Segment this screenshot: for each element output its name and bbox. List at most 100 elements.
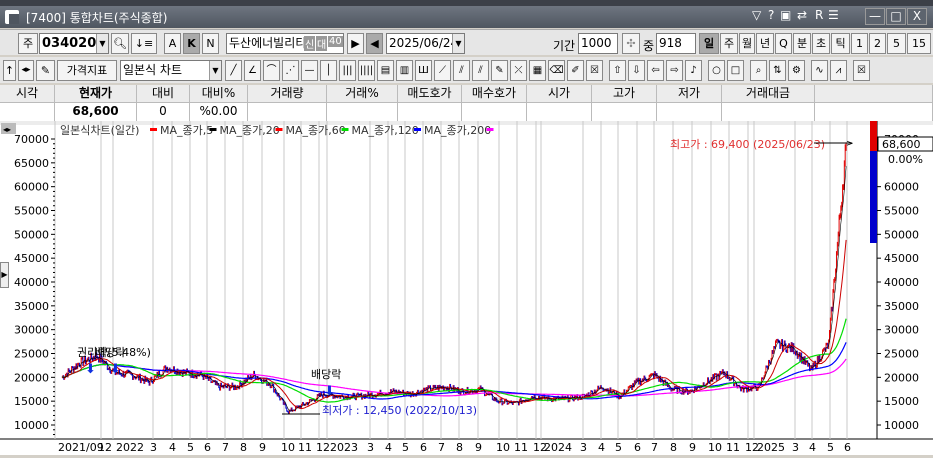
left-arrow-icon[interactable]: ⇦ xyxy=(647,60,664,81)
refresh-button[interactable]: R xyxy=(815,8,823,22)
price-indicator-button[interactable]: 가격지표 xyxy=(57,60,117,81)
signal-icon[interactable]: ⇅ xyxy=(769,60,786,81)
next-button[interactable]: ▶ xyxy=(347,33,364,54)
count-input[interactable]: 918 xyxy=(656,33,696,54)
sort-k-button[interactable]: K xyxy=(183,33,200,54)
col-header-3: 대비% xyxy=(190,85,248,103)
erase-icon[interactable]: ⤫ xyxy=(510,60,527,81)
search-icon[interactable]: 🔍︎ xyxy=(111,33,129,54)
chart-svg[interactable]: ◂▸2021/0912 2022 3 4 5 6 7 8 9 10 11 12 2023 3 4 5 6 7 8 9 1… xyxy=(0,121,933,455)
period-input[interactable]: 1000 xyxy=(578,33,618,54)
screen-icon[interactable]: ▣ xyxy=(780,8,791,22)
interval-5[interactable]: 분 xyxy=(793,33,811,54)
interval-0[interactable]: 일 xyxy=(699,33,719,54)
link-icon[interactable]: ⇄ xyxy=(797,8,807,22)
wave-icon[interactable]: ∿ xyxy=(811,60,828,81)
prev-button[interactable]: ◀ xyxy=(366,33,383,54)
interval-1[interactable]: 주 xyxy=(720,33,738,54)
x-tick-label: 2024 xyxy=(544,441,572,454)
stock-code-input[interactable]: 034020 ▼ xyxy=(39,33,109,54)
expand-icon[interactable]: ◂▸ xyxy=(18,60,34,81)
angle-icon[interactable]: ∠ xyxy=(244,60,261,81)
interval-8[interactable]: 1 xyxy=(851,33,868,54)
edit-icon[interactable]: ✐ xyxy=(567,60,584,81)
current-price-label: 68,600 xyxy=(882,138,921,151)
speed-icon[interactable]: ▥ xyxy=(396,60,413,81)
x-tick-label: 12 xyxy=(316,441,330,454)
chevron-down-icon[interactable]: ▼ xyxy=(209,61,221,80)
crosshair-icon[interactable]: ✣ xyxy=(622,33,640,54)
arrow-head-icon: > xyxy=(846,139,854,149)
arc-icon[interactable]: ⌒ xyxy=(263,60,280,81)
interval-11[interactable]: 15 xyxy=(907,33,931,54)
note-icon[interactable]: ♪ xyxy=(685,60,702,81)
price-bar-up xyxy=(870,121,877,151)
pencil-icon[interactable]: ✎ xyxy=(491,60,508,81)
left-panel-toggle[interactable]: ▶ xyxy=(0,262,9,288)
circle-icon[interactable]: ○ xyxy=(708,60,725,81)
col-value-12 xyxy=(815,103,933,121)
menu-icon[interactable]: ☰ xyxy=(828,8,839,22)
color-icon[interactable]: ▦ xyxy=(529,60,546,81)
market-button[interactable]: 주 xyxy=(18,33,38,54)
interval-10[interactable]: 5 xyxy=(887,33,906,54)
chevron-down-icon[interactable]: ▼ xyxy=(452,34,464,53)
col-header-7: 매수호가 xyxy=(462,85,527,103)
col-value-2: 0 xyxy=(137,103,190,121)
down-arrow-icon[interactable]: ⇩ xyxy=(628,60,645,81)
cycle-icon[interactable]: ||| xyxy=(339,60,356,81)
legend-swatch xyxy=(150,128,157,131)
legend-swatch xyxy=(209,128,217,131)
line-icon[interactable]: ╱ xyxy=(225,60,242,81)
right-arrow-icon[interactable]: ⇨ xyxy=(666,60,683,81)
parallel-icon[interactable]: ⫽ xyxy=(453,60,470,81)
y-tick-label-left: 45000 xyxy=(14,252,49,265)
sort-a-button[interactable]: A xyxy=(164,33,181,54)
chart-settings-icon[interactable]: ☒ xyxy=(853,60,870,81)
pattern-icon[interactable]: ⩘ xyxy=(830,60,847,81)
delete-icon[interactable]: ☒ xyxy=(586,60,603,81)
gann-icon[interactable]: Ш xyxy=(415,60,432,81)
cycle2-icon[interactable]: |||| xyxy=(358,60,375,81)
interval-3[interactable]: 년 xyxy=(756,33,774,54)
toolbar-drawing: ↑ ◂▸ ✎ 가격지표 일본식 차트 ▼ ╱ ∠ ⌒ ⋰ — │ ||| |||| ▤ ▥ Ш ⟋ ⫽ ⫽ ✎… xyxy=(0,57,933,83)
eraser-icon[interactable]: ⌫ xyxy=(548,60,565,81)
y-tick-label-right: 40000 xyxy=(884,276,919,289)
interval-6[interactable]: 초 xyxy=(812,33,830,54)
channel-icon[interactable]: ⫽ xyxy=(472,60,489,81)
pin-icon[interactable]: ▽ xyxy=(752,8,761,22)
interval-9[interactable]: 2 xyxy=(869,33,886,54)
maximize-button[interactable]: □ xyxy=(886,8,906,25)
square-icon[interactable]: □ xyxy=(727,60,744,81)
x-tick-label: 10 xyxy=(496,441,510,454)
vline-icon[interactable]: │ xyxy=(320,60,337,81)
trend-icon[interactable]: ⟋ xyxy=(434,60,451,81)
close-button[interactable]: X xyxy=(907,8,927,25)
y-tick-label-left: 70000 xyxy=(14,133,49,146)
date-input[interactable]: 2025/06/24 ▼ xyxy=(386,33,465,54)
col-header-6: 매도호가 xyxy=(398,85,462,103)
y-tick-label-left: 20000 xyxy=(14,371,49,384)
chart-type-select[interactable]: 일본식 차트 ▼ xyxy=(120,60,222,81)
sort-icon[interactable]: ↓≡ xyxy=(131,33,157,54)
x-tick-label: 2021/09 xyxy=(58,441,104,454)
y-tick-label-right: 25000 xyxy=(884,348,919,361)
col-value-4 xyxy=(248,103,327,121)
zoom-icon[interactable]: ⌕ xyxy=(750,60,767,81)
up-arrow-icon[interactable]: ⇧ xyxy=(609,60,626,81)
interval-7[interactable]: 틱 xyxy=(831,33,850,54)
col-header-4: 거래량 xyxy=(248,85,327,103)
sort-n-button[interactable]: N xyxy=(202,33,219,54)
fan-icon[interactable]: ⋰ xyxy=(282,60,299,81)
settings-icon[interactable]: ⚙ xyxy=(788,60,805,81)
interval-4[interactable]: Q xyxy=(775,33,792,54)
interval-2[interactable]: 월 xyxy=(739,33,755,54)
up-arrow-icon[interactable]: ↑ xyxy=(3,60,16,81)
minimize-button[interactable]: — xyxy=(865,8,885,25)
chevron-down-icon[interactable]: ▼ xyxy=(96,34,108,53)
edit-icon[interactable]: ✎ xyxy=(36,60,55,81)
grid-icon[interactable]: ▤ xyxy=(377,60,394,81)
help-button[interactable]: ? xyxy=(768,8,774,22)
hline-icon[interactable]: — xyxy=(301,60,318,81)
y-tick-label-left: 10000 xyxy=(14,419,49,432)
